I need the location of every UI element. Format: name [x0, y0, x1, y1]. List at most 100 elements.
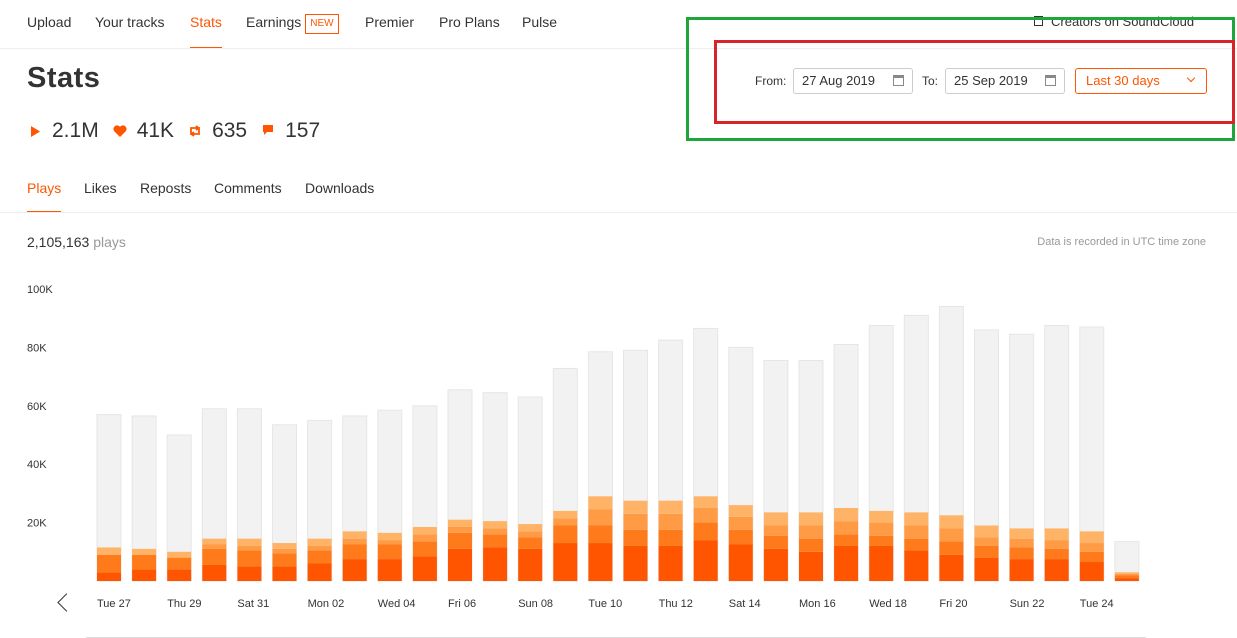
bar-segment	[377, 544, 402, 560]
play-icon	[28, 125, 42, 137]
bar-segment	[1009, 528, 1034, 539]
bar-segment	[763, 548, 788, 581]
bar-segment	[939, 554, 964, 581]
bar-segment	[1009, 559, 1034, 581]
bar-segment	[834, 534, 859, 546]
x-tick-label: Wed 18	[869, 598, 907, 610]
bar-segment	[834, 508, 859, 522]
nav-upload[interactable]: Upload	[27, 14, 71, 30]
bar-segment	[342, 531, 367, 539]
nav-your-tracks[interactable]: Your tracks	[95, 14, 165, 30]
bar-segment	[272, 553, 297, 567]
tab-plays[interactable]: Plays	[27, 180, 62, 212]
bar-segment	[272, 543, 297, 549]
date-range-select[interactable]: Last 30 days	[1075, 68, 1207, 94]
bar-segment	[588, 496, 613, 510]
nav-pro-plans[interactable]: Pro Plans	[439, 14, 500, 30]
stats-summary: 2.1M 41K 635 157	[28, 118, 334, 144]
bar-segment	[412, 526, 437, 535]
bar-segment	[693, 496, 718, 508]
bar-segment	[1044, 528, 1069, 541]
bar-segment	[1044, 540, 1069, 549]
bar-segment	[623, 545, 648, 581]
x-tick-label: Sat 31	[237, 598, 269, 610]
bar-segment	[553, 518, 578, 526]
new-badge: NEW	[305, 14, 339, 34]
bar-segment	[974, 537, 999, 546]
bar-segment	[483, 534, 508, 548]
utc-note: Data is recorded in UTC time zone	[1037, 236, 1206, 248]
x-tick-label: Wed 04	[378, 598, 416, 610]
bar-segment	[799, 538, 823, 552]
bar-segment	[869, 522, 894, 536]
reposts-summary: 635	[188, 119, 247, 143]
bar-segment	[342, 538, 367, 545]
x-tick-label: Sat 14	[729, 598, 761, 610]
bar-segment	[728, 544, 753, 581]
bar-segment	[763, 512, 788, 526]
to-label: To:	[922, 74, 939, 88]
nav-premier[interactable]: Premier	[365, 14, 414, 30]
calendar-icon[interactable]	[893, 75, 904, 86]
comments-summary: 157	[261, 119, 320, 143]
bar-segment	[1079, 531, 1104, 544]
likes-count: 41K	[136, 119, 175, 142]
bar-segment	[412, 541, 437, 557]
from-date-value: 27 Aug 2019	[802, 73, 876, 88]
y-tick-label: 100K	[27, 284, 53, 296]
bar-segment	[307, 545, 332, 551]
nav-stats[interactable]: Stats	[190, 14, 222, 48]
y-tick-label: 40K	[27, 459, 47, 471]
bar-segment	[518, 548, 543, 581]
tab-likes[interactable]: Likes	[84, 180, 117, 196]
bar-segment	[518, 531, 543, 538]
nav-earnings[interactable]: Earnings NEW	[246, 14, 339, 34]
calendar-icon[interactable]	[1045, 75, 1056, 86]
bar-segment	[97, 547, 121, 555]
from-date-input[interactable]: 27 Aug 2019	[793, 68, 913, 94]
repost-icon	[188, 125, 202, 137]
bar-segment	[167, 557, 192, 570]
bar-segment	[974, 525, 999, 538]
bar-segment	[588, 525, 613, 544]
nav-pulse[interactable]: Pulse	[522, 14, 557, 30]
date-range-select-value: Last 30 days	[1086, 73, 1160, 88]
x-tick-label: Thu 29	[167, 598, 201, 610]
bar-segment	[588, 543, 613, 581]
bar-segment	[728, 505, 753, 517]
x-tick-label: Mon 02	[308, 598, 345, 610]
bar-segment	[834, 545, 859, 581]
x-tick-label: Fri 06	[448, 598, 476, 610]
to-date-input[interactable]: 25 Sep 2019	[945, 68, 1065, 94]
bar-segment	[237, 566, 262, 581]
bar-segment	[97, 572, 121, 581]
bar-segment	[1044, 559, 1069, 581]
bar-segment	[167, 569, 192, 581]
likes-summary: 41K	[113, 119, 174, 143]
bar-segment	[202, 564, 227, 581]
tab-reposts[interactable]: Reposts	[140, 180, 191, 196]
total-plays-count: 2,105,163	[27, 234, 90, 250]
bar-segment	[658, 545, 683, 581]
tab-comments[interactable]: Comments	[214, 180, 282, 196]
bar-segment	[518, 524, 543, 532]
prev-period-button[interactable]	[54, 590, 76, 616]
bar-segment	[1114, 575, 1139, 579]
bar-segment	[939, 515, 964, 529]
bar-segment	[483, 547, 508, 581]
bar-segment	[307, 563, 332, 581]
bar-segment	[553, 510, 578, 519]
bar-segment	[904, 538, 929, 551]
x-tick-label: Tue 27	[97, 598, 131, 610]
bar-segment	[1079, 543, 1104, 552]
bar-segment	[518, 537, 543, 549]
bar-segment	[728, 516, 753, 530]
bar-segment	[869, 535, 894, 546]
tab-downloads[interactable]: Downloads	[305, 180, 374, 196]
bar-segment	[1114, 573, 1139, 576]
bar-segment	[553, 525, 578, 544]
bar-segment	[377, 540, 402, 545]
bar-segment	[799, 525, 823, 539]
x-tick-label: Mon 16	[799, 598, 836, 610]
bar-segment	[1114, 578, 1139, 581]
